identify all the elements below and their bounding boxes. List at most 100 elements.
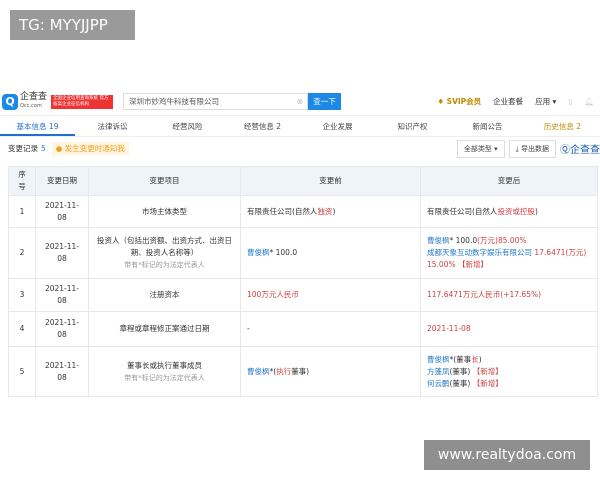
change-date: 2021-11-08 [35, 227, 89, 279]
row-number: 1 [8, 195, 36, 228]
cell-text: ) [534, 206, 538, 216]
tab-count: 2 [276, 122, 282, 131]
watermark-bottom: www.realtydoa.com [424, 440, 590, 470]
column-header: 序号 [8, 166, 36, 196]
section-count: 5 [41, 144, 46, 153]
after-value: 有限责任公司(自然人投资或控股) [420, 195, 598, 228]
tab-count: 2 [576, 122, 582, 131]
cell-text: *(董事 [449, 354, 472, 364]
item-label: 章程或章程修正案通过日期 [119, 324, 210, 333]
after-line: 曹俊枫* 100.0(万元)85.00% [427, 235, 591, 247]
cell-text: 曹俊枫 [247, 248, 270, 257]
tab-7[interactable]: 历史信息 2 [525, 116, 600, 136]
tab-0[interactable]: 基本信息 19 [0, 116, 75, 136]
row-number: 2 [8, 227, 36, 279]
brand-text: 企查查 [570, 145, 600, 156]
cell-text: - [247, 324, 250, 333]
watermark-top: TG: MYYJJPP [10, 10, 135, 40]
search-input[interactable]: 深圳市妙鸡牛科技有限公司 ⊗ [123, 93, 309, 110]
type-filter-dropdown[interactable]: 全部类型 ▾ [456, 139, 505, 158]
cell-text: * 100.0 [269, 248, 298, 257]
change-records-table: 序号 变更日期 变更项目 变更前 变更后 1 2021-11-08 市场主体类型 有限责任公司… [8, 166, 598, 397]
cell-text: (董事) [449, 378, 473, 388]
qcc-logo-icon: Q [2, 93, 18, 110]
change-item: 董事长或执行董事成员 带有*标记的为法定代表人 [88, 346, 241, 397]
cell-text: ) [478, 354, 482, 364]
tab-2[interactable]: 经营风险 [150, 116, 225, 136]
cell-text: (董事) [449, 366, 473, 376]
export-button[interactable]: ⤓ 导出数据 [508, 139, 556, 158]
tab-5[interactable]: 知识产权 [375, 116, 450, 136]
after-value: 2021-11-08 [420, 311, 598, 347]
tab-label: 企业发展 [322, 122, 353, 131]
tab-6[interactable]: 新闻公告 [450, 116, 525, 136]
tab-3[interactable]: 经营信息 2 [225, 116, 300, 136]
cell-text: 【新增】 [472, 378, 503, 388]
column-header: 变更日期 [35, 166, 89, 196]
change-item: 投资人（包括出资额、出资方式、出资日期、投资人名称等） 带有*标记的为法定代表人 [88, 227, 241, 279]
tab-1[interactable]: 法律诉讼 [75, 116, 150, 136]
phone-icon[interactable]: ▯ [568, 97, 572, 106]
column-header: 变更后 [420, 166, 598, 196]
tab-label: 新闻公告 [472, 122, 503, 131]
row-number: 5 [8, 346, 36, 397]
svip-link[interactable]: ♦ SVIP会员 [437, 96, 481, 107]
change-date: 2021-11-08 [35, 278, 89, 312]
item-note: 带有*标记的为法定代表人 [124, 373, 205, 382]
item-note: 带有*标记的为法定代表人 [124, 261, 205, 269]
before-value: 曹俊枫*(执行董事) [240, 346, 421, 397]
table-row: 2 2021-11-08 投资人（包括出资额、出资方式、出资日期、投资人名称等） 带有… [8, 227, 598, 279]
table-row: 5 2021-11-08 董事长或执行董事成员 带有*标记的为法定代表人 曹俊枫*(执行… [8, 346, 598, 397]
after-line: 方蓬凤(董事) 【新增】 [427, 366, 591, 378]
column-header: 变更项目 [88, 166, 241, 196]
clear-icon[interactable]: ⊗ [297, 94, 303, 109]
change-item: 市场主体类型 [88, 195, 241, 228]
package-link[interactable]: 企业套餐 [493, 96, 523, 107]
after-line: 何云鹏(董事) 【新增】 [427, 378, 591, 390]
section-title: 变更记录 [8, 144, 38, 153]
apps-label: 应用 [535, 97, 551, 106]
bell-icon[interactable]: 🔔︎ [584, 97, 594, 106]
cell-text: 执行 [276, 366, 292, 376]
brand-logo: Ⓠ企查查 [560, 145, 600, 156]
logo-sub: Qcc.com [20, 102, 42, 109]
search-value: 深圳市妙鸡牛科技有限公司 [129, 97, 220, 106]
tab-count: 19 [48, 122, 59, 131]
change-date: 2021-11-08 [35, 311, 89, 347]
item-label: 注册资本 [149, 290, 180, 299]
table-row: 3 2021-11-08 注册资本 100万元人民币 117.6471万元人民币(+17… [8, 278, 598, 312]
tab-label: 经营风险 [172, 122, 203, 131]
tab-4[interactable]: 企业发展 [300, 116, 375, 136]
cell-text: 100万元人民币 [247, 290, 299, 299]
cell-text: 有限责任公司(自然人 [247, 206, 318, 216]
after-value: 曹俊枫*(董事长) 方蓬凤(董事) 【新增】 何云鹏(董事) 【新增】 [420, 346, 598, 397]
change-item: 章程或章程修正案通过日期 [88, 311, 241, 347]
column-header: 变更前 [240, 166, 421, 196]
after-value: 117.6471万元人民币(+17.65%) [420, 278, 598, 312]
notify-label: 发生变更时通知我 [64, 144, 125, 153]
svip-label: SVIP会员 [446, 97, 482, 106]
cell-text: 方蓬凤 [427, 366, 450, 376]
top-bar: Q 企查查 Qcc.com 全国企业信用查询系统 官方备案企业征信机构 深圳市妙鸡… [0, 88, 600, 116]
after-line: 2021-11-08 [427, 323, 591, 335]
change-date: 2021-11-08 [35, 195, 89, 228]
logo[interactable]: Q 企查查 Qcc.com 全国企业信用查询系统 官方备案企业征信机构 [2, 91, 114, 111]
before-value: - [240, 311, 421, 347]
apps-menu[interactable]: 应用 ▾ [535, 96, 556, 107]
after-line: 有限责任公司(自然人投资或控股) [427, 206, 591, 218]
notify-button[interactable]: ● 发生变更时通知我 [51, 142, 129, 155]
cell-text: * 100.0 [449, 236, 478, 245]
row-number: 4 [8, 311, 36, 347]
cell-text: 【新增】 [472, 366, 503, 376]
after-line: 15.00% 【新增】 [427, 259, 591, 271]
search-button[interactable]: 查一下 [308, 93, 342, 110]
tab-label: 法律诉讼 [97, 122, 128, 131]
export-label: 导出数据 [521, 144, 549, 153]
before-value: 100万元人民币 [240, 278, 421, 312]
filter-label: 全部类型 [463, 144, 492, 153]
tab-label: 历史信息 [543, 122, 574, 131]
change-item: 注册资本 [88, 278, 241, 312]
change-date: 2021-11-08 [35, 346, 89, 397]
cell-text: 曹俊枫 [427, 354, 450, 364]
logo-text: 企查查 [20, 91, 48, 102]
